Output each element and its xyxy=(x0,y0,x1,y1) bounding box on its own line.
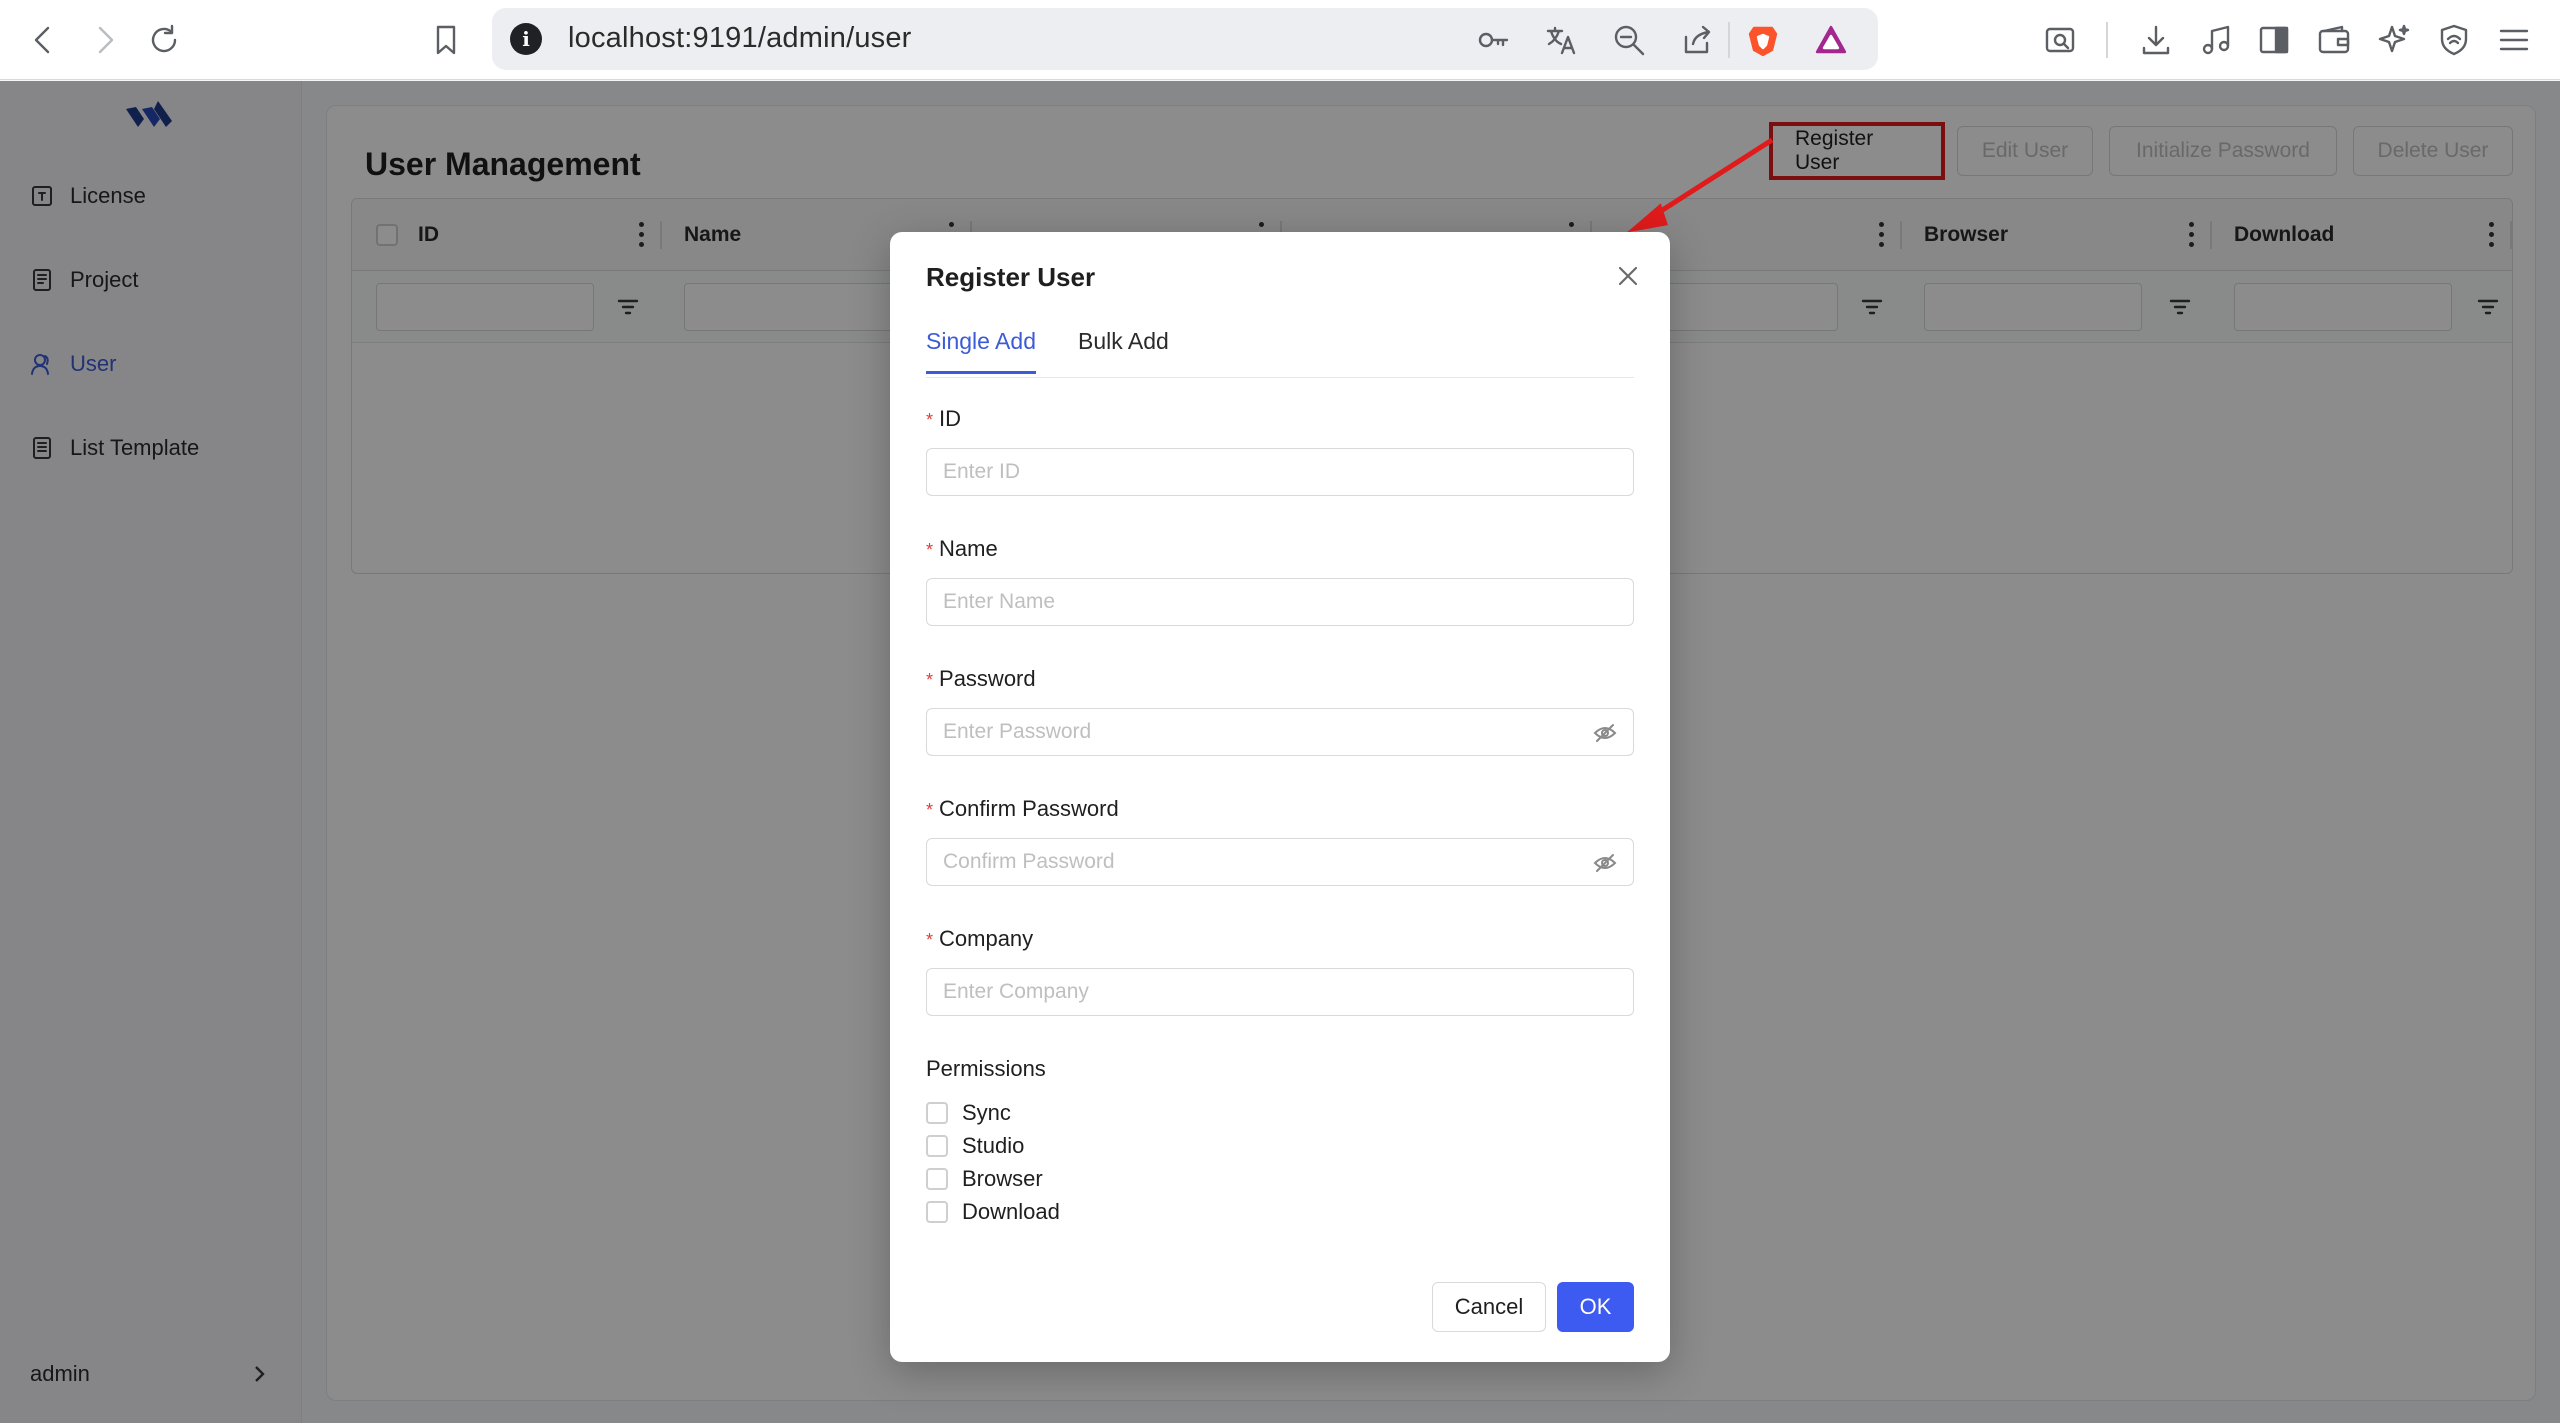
permissions-label: Permissions xyxy=(926,1056,1046,1081)
ok-button[interactable]: OK xyxy=(1557,1282,1634,1332)
register-user-dialog: Register User Single Add Bulk Add * ID En… xyxy=(890,232,1670,1362)
password-field[interactable]: Enter Password xyxy=(926,708,1634,756)
permission-sync[interactable]: Sync xyxy=(926,1100,1011,1126)
company-field[interactable]: Enter Company xyxy=(926,968,1634,1016)
forward-icon[interactable] xyxy=(80,16,128,64)
wallet-icon[interactable] xyxy=(2310,16,2358,64)
permission-download[interactable]: Download xyxy=(926,1199,1060,1225)
vpn-icon[interactable] xyxy=(2430,16,2478,64)
eye-off-icon[interactable] xyxy=(1593,851,1617,875)
password-label: * Password xyxy=(926,666,1036,691)
password-key-icon[interactable] xyxy=(1476,23,1510,57)
translate-icon[interactable] xyxy=(1544,23,1578,57)
checkbox[interactable] xyxy=(926,1135,948,1157)
name-label: * Name xyxy=(926,536,998,561)
name-placeholder: Enter Name xyxy=(943,590,1056,613)
permission-browser[interactable]: Browser xyxy=(926,1166,1043,1192)
reader-mode-icon[interactable] xyxy=(2036,16,2084,64)
tab-bulk-add[interactable]: Bulk Add xyxy=(1078,328,1169,371)
music-icon[interactable] xyxy=(2192,16,2240,64)
eye-off-icon[interactable] xyxy=(1593,721,1617,745)
site-info-icon[interactable]: i xyxy=(510,23,542,55)
dialog-tabs: Single Add Bulk Add xyxy=(926,328,1634,378)
password-placeholder: Enter Password xyxy=(943,720,1092,743)
tab-single-add[interactable]: Single Add xyxy=(926,328,1036,374)
company-placeholder: Enter Company xyxy=(943,980,1089,1003)
permission-studio[interactable]: Studio xyxy=(926,1133,1024,1159)
share-icon[interactable] xyxy=(1680,23,1714,57)
menu-icon[interactable] xyxy=(2490,16,2538,64)
leo-ai-icon[interactable] xyxy=(2370,16,2418,64)
confirm-password-field[interactable]: Confirm Password xyxy=(926,838,1634,886)
browser-toolbar: i localhost:9191/admin/user xyxy=(0,0,2560,80)
close-icon[interactable] xyxy=(1612,260,1644,292)
address-bar[interactable]: i localhost:9191/admin/user xyxy=(492,8,1878,70)
url-text[interactable]: localhost:9191/admin/user xyxy=(568,22,912,55)
confirm-password-label: * Confirm Password xyxy=(926,796,1119,821)
checkbox[interactable] xyxy=(926,1168,948,1190)
cancel-button[interactable]: Cancel xyxy=(1432,1282,1546,1332)
confirm-password-placeholder: Confirm Password xyxy=(943,850,1115,873)
bookmark-icon[interactable] xyxy=(422,16,470,64)
checkbox[interactable] xyxy=(926,1102,948,1124)
id-field[interactable]: Enter ID xyxy=(926,448,1634,496)
sidebar-toggle-icon[interactable] xyxy=(2250,16,2298,64)
reload-icon[interactable] xyxy=(140,16,188,64)
brave-shields-icon[interactable] xyxy=(1746,23,1780,57)
download-icon[interactable] xyxy=(2132,16,2180,64)
name-field[interactable]: Enter Name xyxy=(926,578,1634,626)
back-icon[interactable] xyxy=(20,16,68,64)
id-placeholder: Enter ID xyxy=(943,460,1021,483)
company-label: * Company xyxy=(926,926,1034,951)
checkbox[interactable] xyxy=(926,1201,948,1223)
zoom-out-icon[interactable] xyxy=(1612,23,1646,57)
id-label: * ID xyxy=(926,406,962,431)
dialog-title: Register User xyxy=(926,262,1096,292)
brave-rewards-icon[interactable] xyxy=(1814,23,1848,57)
